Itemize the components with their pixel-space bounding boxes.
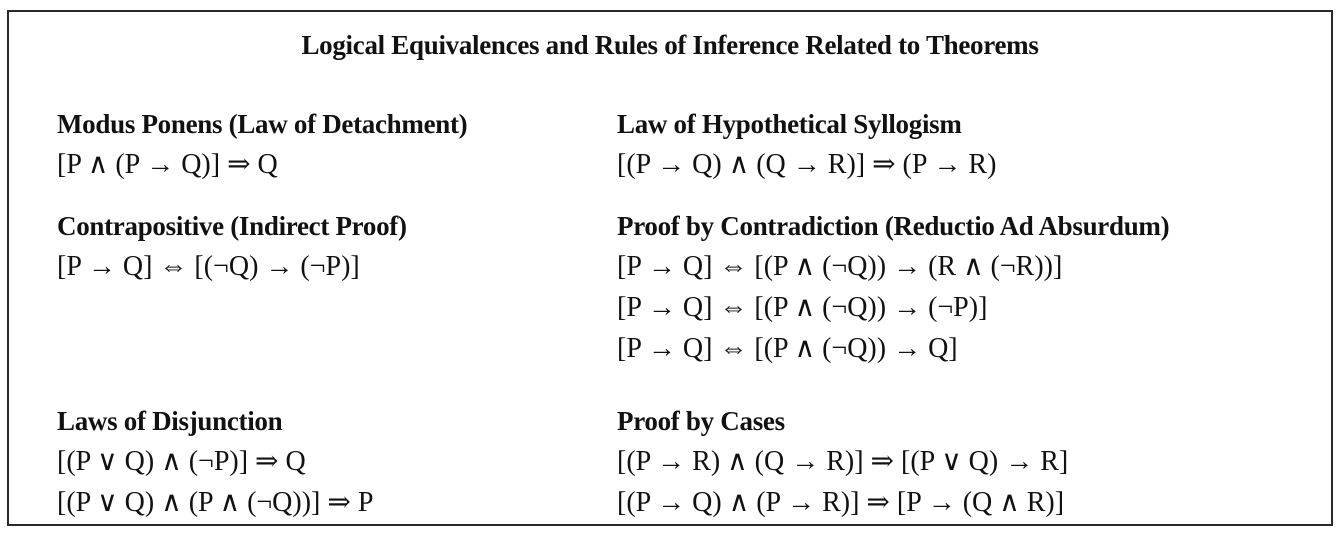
section-proof-by-contradiction: Proof by Contradiction (Reductio Ad Absu… [617,206,1170,369]
table-frame: Logical Equivalences and Rules of Infere… [7,10,1333,526]
section-laws-of-disjunction: Laws of Disjunction [(P ∨ Q) ∧ (¬P)] ⇒ Q… [57,401,373,523]
section-proof-by-cases: Proof by Cases [(P → R) ∧ (Q → R)] ⇒ [(P… [617,401,1068,523]
section-heading: Contrapositive (Indirect Proof) [57,211,407,241]
formula: [P → Q] ⇔ [(¬Q) → (¬P)] [57,251,360,282]
section-heading: Law of Hypothetical Syllogism [617,109,962,139]
section-modus-ponens: Modus Ponens (Law of Detachment) [P ∧ (P… [57,104,468,185]
table-title: Logical Equivalences and Rules of Infere… [301,30,1039,60]
formula: [P → Q] ⇔ [(P ∧ (¬Q)) → Q] [617,333,958,364]
section-heading: Laws of Disjunction [57,406,283,436]
formula: [P ∧ (P → Q)] ⇒ Q [57,149,278,180]
formula: [(P → Q) ∧ (P → R)] ⇒ [P → (Q ∧ R)] [617,487,1065,518]
formula: [(P → Q) ∧ (Q → R)] ⇒ (P → R) [617,149,997,180]
section-heading: Modus Ponens (Law of Detachment) [57,109,468,139]
section-hypothetical-syllogism: Law of Hypothetical Syllogism [(P → Q) ∧… [617,104,996,185]
section-heading: Proof by Contradiction (Reductio Ad Absu… [617,211,1170,241]
formula: [(P ∨ Q) ∧ (P ∧ (¬Q))] ⇒ P [57,487,374,518]
formula: [(P → R) ∧ (Q → R)] ⇒ [(P ∨ Q) → R] [617,446,1069,477]
section-heading: Proof by Cases [617,406,785,436]
formula: [P → Q] ⇔ [(P ∧ (¬Q)) → (R ∧ (¬R))] [617,251,1063,282]
formula: [(P ∨ Q) ∧ (¬P)] ⇒ Q [57,446,306,477]
formula: [P → Q] ⇔ [(P ∧ (¬Q)) → (¬P)] [617,292,988,323]
section-contrapositive: Contrapositive (Indirect Proof) [P → Q] … [57,206,407,287]
